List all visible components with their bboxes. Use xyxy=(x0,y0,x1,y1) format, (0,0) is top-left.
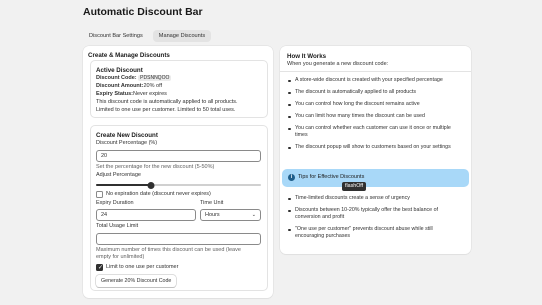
time-unit-select[interactable]: Hours ⌄ xyxy=(200,209,261,221)
expiry-status-label: Expiry Status: xyxy=(96,91,133,97)
tab-discount-bar-settings[interactable]: Discount Bar Settings xyxy=(83,30,149,42)
tips-title: Tips for Effective Discounts xyxy=(298,174,365,180)
usage-help-1: Maximum number of times this discount ca… xyxy=(96,247,241,253)
usage-limit-label: Total Usage Limit xyxy=(96,223,139,229)
generate-discount-button[interactable]: Generate 20% Discount Code xyxy=(96,275,177,287)
list-item: Discounts between 10-20% typically offer… xyxy=(287,207,467,214)
list-item: "One use per customer" prevents discount… xyxy=(287,226,467,233)
list-item: You can control how long the discount re… xyxy=(287,101,467,108)
expiry-status-row: Expiry Status:Never expires xyxy=(96,91,167,98)
discount-amount-label: Discount Amount: xyxy=(96,83,144,89)
list-item: A store-wide discount is created with yo… xyxy=(287,77,467,84)
info-card: How It Works When you generate a new dis… xyxy=(280,46,471,254)
how-it-works-title: How It Works xyxy=(287,53,327,60)
list-item: You can limit how many times the discoun… xyxy=(287,113,467,120)
new-discount-heading: Create New Discount xyxy=(96,132,158,139)
usage-limit-input[interactable] xyxy=(96,233,261,245)
active-discount-box: Active Discount Discount Code: PDSNNQOO … xyxy=(90,60,268,118)
list-item-continued: times xyxy=(295,132,308,138)
page-title: Automatic Discount Bar xyxy=(83,6,203,18)
how-it-works-list: A store-wide discount is created with yo… xyxy=(287,77,467,151)
one-use-label: Limit to one use per customer xyxy=(106,264,179,270)
slider-fill xyxy=(96,184,151,186)
tab-bar: Discount Bar Settings Manage Discounts xyxy=(83,30,212,42)
tips-list: Time-limited discounts create a sense of… xyxy=(287,195,467,240)
list-item-continued: conversion and profit xyxy=(295,214,345,220)
time-unit-value: Hours xyxy=(205,212,220,218)
discount-code-label: Discount Code: xyxy=(96,75,137,81)
usage-help-2: empty for unlimited) xyxy=(96,254,145,260)
new-discount-box: Create New Discount Discount Percentage … xyxy=(90,125,268,291)
how-it-works-intro: When you generate a new discount code: xyxy=(287,61,389,67)
checkmark-icon: ✓ xyxy=(98,264,104,271)
discount-percentage-input[interactable]: 20 xyxy=(96,150,261,162)
no-expiration-checkbox[interactable] xyxy=(96,191,103,198)
time-unit-label: Time Unit xyxy=(200,200,224,206)
discount-code-row: Discount Code: PDSNNQOO xyxy=(96,75,172,82)
percentage-help: Set the percentage for the new discount … xyxy=(96,164,215,170)
percentage-label: Discount Percentage (%) xyxy=(96,140,158,146)
list-item: The discount is automatically applied to… xyxy=(287,89,467,96)
expiry-duration-input[interactable]: 24 xyxy=(96,209,196,221)
adjust-percentage-label: Adjust Percentage xyxy=(96,172,141,178)
active-discount-note-1: This discount code is automatically appl… xyxy=(96,99,238,105)
active-discount-note-2: Limited to one use per customer. Limited… xyxy=(96,107,236,113)
expiry-status-value: Never expires xyxy=(132,91,167,97)
discount-code-chip: PDSNNQOO xyxy=(138,75,172,81)
active-discount-heading: Active Discount xyxy=(96,67,143,74)
tooltip: flashOff xyxy=(342,182,367,191)
no-expiration-label: No expiration date (discount never expir… xyxy=(106,191,211,197)
percentage-slider[interactable] xyxy=(96,181,261,189)
list-item: Time-limited discounts create a sense of… xyxy=(287,195,467,202)
create-manage-title: Create & Manage Discounts xyxy=(88,52,170,59)
tab-manage-discounts[interactable]: Manage Discounts xyxy=(152,30,212,42)
list-item: The discount popup will show to customer… xyxy=(287,144,467,151)
discount-amount-row: Discount Amount:20% off xyxy=(96,83,162,90)
info-icon: i xyxy=(288,174,295,181)
create-manage-card: Create & Manage Discounts Active Discoun… xyxy=(83,46,273,298)
discount-amount-value: 20% off xyxy=(143,83,163,89)
list-item: You can control whether each customer ca… xyxy=(287,125,467,132)
tips-banner: i Tips for Effective Discounts xyxy=(282,169,469,187)
chevron-down-icon: ⌄ xyxy=(251,212,256,218)
expiry-duration-label: Expiry Duration xyxy=(96,200,134,206)
one-use-checkbox[interactable]: ✓ xyxy=(96,264,103,271)
slider-thumb[interactable] xyxy=(147,181,155,189)
list-item-continued: encouraging purchases xyxy=(295,233,351,239)
divider xyxy=(280,71,471,72)
